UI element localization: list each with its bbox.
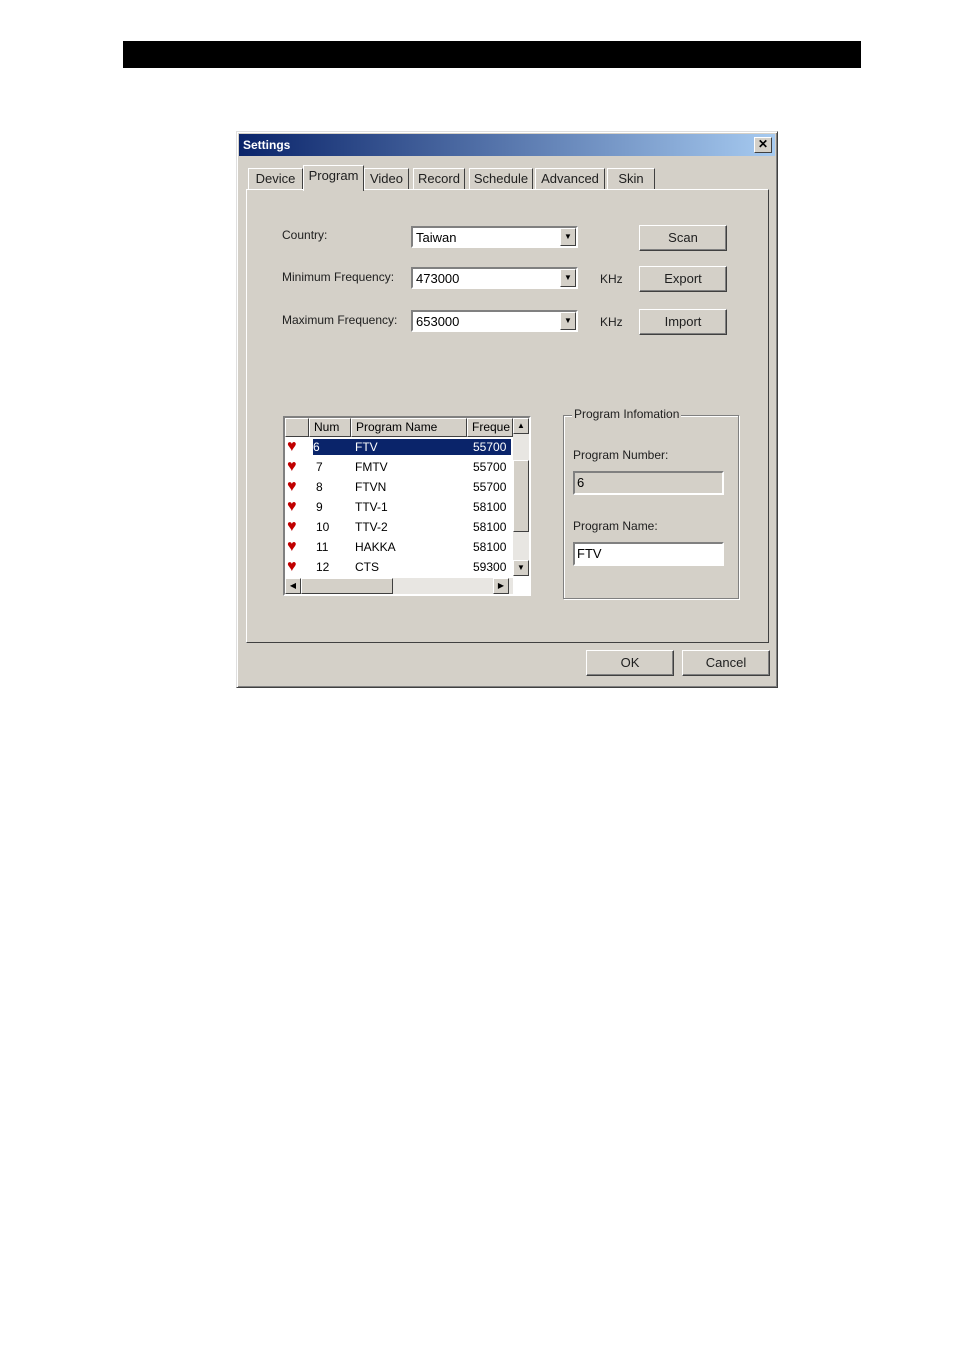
table-row[interactable]: ♥ 11 HAKKA 58100 (285, 537, 513, 557)
tab-schedule[interactable]: Schedule (469, 168, 533, 190)
heart-icon: ♥ (287, 458, 297, 475)
tab-advanced[interactable]: Advanced (535, 168, 605, 190)
close-icon: ✕ (757, 137, 769, 151)
program-number-field: 6 (573, 471, 724, 495)
channel-list[interactable]: Num Program Name Freque ♥ 6 FTV 55700 ♥ … (283, 416, 531, 596)
tab-skin[interactable]: Skin (607, 168, 655, 190)
window-title: Settings (243, 138, 291, 152)
scroll-right-icon[interactable]: ▶ (493, 578, 509, 594)
row-num: 8 (316, 480, 323, 494)
channel-list-header: Num Program Name Freque (285, 418, 529, 437)
column-header-program-name[interactable]: Program Name (351, 418, 467, 437)
cancel-button[interactable]: Cancel (682, 650, 770, 676)
row-frequency: 59300 (473, 560, 507, 574)
row-num: 7 (316, 460, 323, 474)
row-name: FMTV (355, 460, 388, 474)
min-frequency-label: Minimum Frequency: (282, 270, 395, 284)
scan-button[interactable]: Scan (639, 225, 727, 251)
max-frequency-dropdown[interactable]: 653000 ▼ (411, 310, 578, 332)
country-value: Taiwan (416, 230, 457, 245)
heart-icon: ♥ (287, 558, 297, 575)
program-number-label: Program Number: (573, 448, 669, 462)
heart-icon: ♥ (287, 498, 297, 515)
close-button[interactable]: ✕ (754, 137, 772, 153)
row-frequency: 58100 (473, 500, 507, 514)
row-num: 10 (316, 520, 330, 534)
program-tab-panel: Country: Taiwan ▼ Scan Minimum Frequency… (246, 189, 769, 643)
row-num: 6 (313, 439, 351, 455)
max-frequency-value: 653000 (416, 314, 460, 329)
scroll-down-icon[interactable]: ▼ (513, 560, 529, 576)
heart-icon: ♥ (287, 478, 297, 495)
country-label: Country: (282, 228, 328, 242)
row-num: 12 (316, 560, 330, 574)
scroll-thumb[interactable] (513, 460, 529, 532)
row-frequency: 55700 (473, 480, 507, 494)
column-header-icon[interactable] (285, 418, 309, 437)
scroll-up-icon[interactable]: ▲ (513, 418, 529, 434)
table-row[interactable]: ♥ 10 TTV-2 58100 (285, 517, 513, 537)
row-frequency: 58100 (473, 540, 507, 554)
settings-dialog: Settings ✕ Device Program Video Record S… (236, 131, 778, 688)
column-header-num[interactable]: Num (309, 418, 351, 437)
tab-device[interactable]: Device (248, 168, 303, 190)
row-frequency: 55700 (473, 460, 507, 474)
min-frequency-unit: KHz (600, 272, 623, 286)
page-header-bar (123, 41, 861, 68)
row-name: HAKKA (355, 540, 396, 554)
vertical-scrollbar[interactable]: ▲ ▼ (513, 418, 529, 576)
country-dropdown[interactable]: Taiwan ▼ (411, 226, 578, 248)
table-row[interactable]: ♥ 6 FTV 55700 (285, 437, 513, 457)
table-row[interactable]: ♥ 12 CTS 59300 (285, 557, 513, 577)
row-num: 9 (316, 500, 323, 514)
row-name: TTV-2 (355, 520, 388, 534)
max-frequency-label: Maximum Frequency: (282, 313, 398, 327)
row-name: FTVN (355, 480, 387, 494)
heart-icon: ♥ (287, 438, 297, 455)
program-information-group: Program Infomation Program Number: 6 Pro… (563, 407, 739, 599)
row-name: CTS (355, 560, 379, 574)
hscroll-thumb[interactable] (301, 578, 393, 594)
ok-button[interactable]: OK (586, 650, 674, 676)
tab-program[interactable]: Program (303, 165, 364, 191)
heart-icon: ♥ (287, 518, 297, 535)
row-frequency: 55700 (467, 439, 511, 455)
horizontal-scrollbar[interactable]: ◀ ▶ (285, 578, 513, 594)
table-row[interactable]: ♥ 8 FTVN 55700 (285, 477, 513, 497)
min-frequency-value: 473000 (416, 271, 460, 286)
chevron-down-icon[interactable]: ▼ (560, 269, 576, 287)
row-frequency: 58100 (473, 520, 507, 534)
program-name-label: Program Name: (573, 519, 658, 533)
group-title: Program Infomation (572, 407, 682, 421)
chevron-down-icon[interactable]: ▼ (560, 228, 576, 246)
column-header-frequency[interactable]: Freque (467, 418, 513, 437)
chevron-down-icon[interactable]: ▼ (560, 312, 576, 330)
export-button[interactable]: Export (639, 266, 727, 292)
row-name: FTV (351, 439, 467, 455)
program-name-input[interactable]: FTV (573, 542, 724, 566)
min-frequency-dropdown[interactable]: 473000 ▼ (411, 267, 578, 289)
row-num: 11 (316, 540, 329, 554)
tab-record[interactable]: Record (413, 168, 465, 190)
tab-video[interactable]: Video (364, 168, 409, 190)
table-row[interactable]: ♥ 9 TTV-1 58100 (285, 497, 513, 517)
title-bar: Settings ✕ (239, 134, 775, 156)
table-row[interactable]: ♥ 7 FMTV 55700 (285, 457, 513, 477)
max-frequency-unit: KHz (600, 315, 623, 329)
scroll-left-icon[interactable]: ◀ (285, 578, 301, 594)
import-button[interactable]: Import (639, 309, 727, 335)
row-name: TTV-1 (355, 500, 388, 514)
heart-icon: ♥ (287, 538, 297, 555)
